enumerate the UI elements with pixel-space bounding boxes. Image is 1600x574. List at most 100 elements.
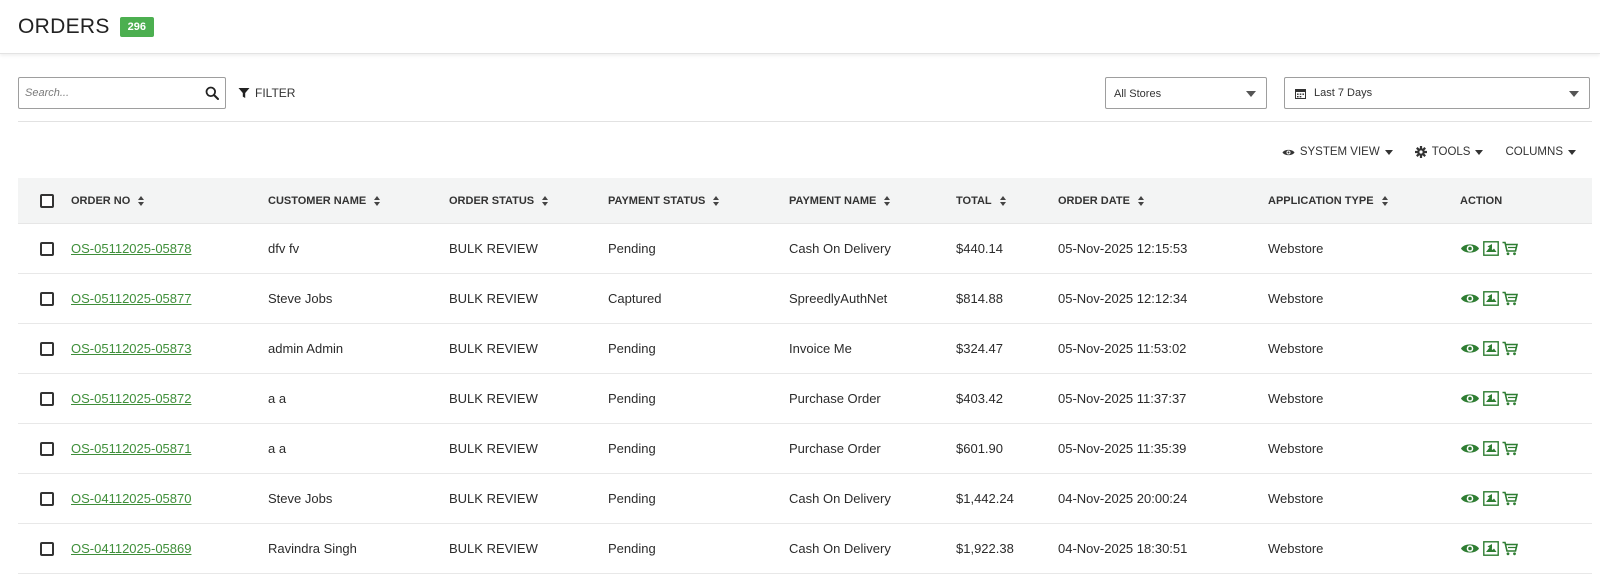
application-type: Webstore xyxy=(1268,541,1324,556)
row-actions xyxy=(1460,491,1518,506)
order-status: BULK REVIEW xyxy=(449,291,538,306)
view-eye-icon[interactable] xyxy=(1460,242,1480,255)
order-total: $440.14 xyxy=(956,241,1003,256)
row-checkbox[interactable] xyxy=(40,241,54,256)
search-icon[interactable] xyxy=(205,86,219,100)
cart-icon[interactable] xyxy=(1502,241,1518,256)
cart-icon[interactable] xyxy=(1502,491,1518,506)
column-header-customer-name[interactable]: CUSTOMER NAME xyxy=(268,195,381,207)
column-header-order-no[interactable]: ORDER NO xyxy=(71,195,145,207)
customer-name: dfv fv xyxy=(268,241,300,256)
columns-button[interactable]: COLUMNS xyxy=(1505,146,1576,158)
tools-label: TOOLS xyxy=(1431,146,1471,158)
filter-button[interactable]: FILTER xyxy=(238,86,295,100)
reorder-image-icon[interactable] xyxy=(1483,241,1499,256)
cart-icon[interactable] xyxy=(1502,441,1518,456)
table-row: OS-05112025-05873 admin Admin BULK REVIEW P… xyxy=(18,324,1592,374)
store-select[interactable]: All Stores xyxy=(1105,77,1267,109)
row-actions xyxy=(1460,541,1518,556)
chevron-down-icon xyxy=(1246,91,1256,97)
caret-down-icon xyxy=(1384,149,1393,155)
order-date: 05-Nov-2025 11:53:02 xyxy=(1058,341,1187,356)
row-checkbox[interactable] xyxy=(40,291,54,306)
cart-icon[interactable] xyxy=(1502,291,1518,306)
payment-status: Pending xyxy=(608,491,656,506)
reorder-image-icon[interactable] xyxy=(1483,291,1499,306)
date-range-select[interactable]: Last 7 Days xyxy=(1284,77,1590,109)
tools-button[interactable]: TOOLS xyxy=(1414,146,1484,158)
customer-name: a a xyxy=(268,391,287,406)
payment-name: Purchase Order xyxy=(789,441,881,456)
table-header: ORDER NO CUSTOMER NAME ORDER STATUS PAYM… xyxy=(18,178,1592,224)
order-status: BULK REVIEW xyxy=(449,441,538,456)
filter-icon xyxy=(238,88,250,98)
cart-icon[interactable] xyxy=(1502,541,1518,556)
order-number-link[interactable]: OS-05112025-05872 xyxy=(71,391,191,406)
column-header-action: ACTION xyxy=(1460,194,1503,207)
view-eye-icon[interactable] xyxy=(1460,442,1480,455)
row-checkbox[interactable] xyxy=(40,341,54,356)
row-checkbox[interactable] xyxy=(40,441,54,456)
order-number-link[interactable]: OS-05112025-05873 xyxy=(71,341,191,356)
cart-icon[interactable] xyxy=(1502,341,1518,356)
column-header-total[interactable]: TOTAL xyxy=(956,195,1006,207)
payment-status: Pending xyxy=(608,341,656,356)
payment-status: Pending xyxy=(608,241,656,256)
application-type: Webstore xyxy=(1268,291,1324,306)
reorder-image-icon[interactable] xyxy=(1483,391,1499,406)
view-eye-icon[interactable] xyxy=(1460,392,1480,405)
column-header-application-type[interactable]: APPLICATION TYPE xyxy=(1268,195,1388,207)
order-number-link[interactable]: OS-05112025-05878 xyxy=(71,241,191,256)
reorder-image-icon[interactable] xyxy=(1483,441,1499,456)
sort-icon xyxy=(884,195,891,206)
reorder-image-icon[interactable] xyxy=(1483,341,1499,356)
sort-icon xyxy=(713,195,720,206)
sort-icon xyxy=(1137,195,1144,206)
order-status: BULK REVIEW xyxy=(449,541,538,556)
view-eye-icon[interactable] xyxy=(1460,492,1480,505)
payment-name: Cash On Delivery xyxy=(789,541,891,556)
customer-name: Steve Jobs xyxy=(268,491,333,506)
order-total: $324.47 xyxy=(956,341,1003,356)
page-header: ORDERS 296 xyxy=(0,0,1600,54)
order-number-link[interactable]: OS-05112025-05871 xyxy=(71,441,191,456)
store-select-value: All Stores xyxy=(1114,88,1162,100)
column-header-order-status[interactable]: ORDER STATUS xyxy=(449,195,549,207)
column-header-payment-status[interactable]: PAYMENT STATUS xyxy=(608,195,720,207)
application-type: Webstore xyxy=(1268,341,1324,356)
view-eye-icon[interactable] xyxy=(1460,542,1480,555)
row-checkbox[interactable] xyxy=(40,391,54,406)
reorder-image-icon[interactable] xyxy=(1483,541,1499,556)
row-actions xyxy=(1460,391,1518,406)
search-input[interactable] xyxy=(19,78,194,108)
order-number-link[interactable]: OS-04112025-05870 xyxy=(71,491,191,506)
system-view-button[interactable]: SYSTEM VIEW xyxy=(1282,146,1393,158)
order-total: $601.90 xyxy=(956,441,1003,456)
table-row: OS-05112025-05872 a a BULK REVIEW Pending Pu… xyxy=(18,374,1592,424)
view-eye-icon[interactable] xyxy=(1460,292,1480,305)
eye-icon xyxy=(1282,149,1295,155)
column-header-payment-name[interactable]: PAYMENT NAME xyxy=(789,195,891,207)
order-total: $403.42 xyxy=(956,391,1003,406)
sort-icon xyxy=(999,195,1006,206)
row-checkbox[interactable] xyxy=(40,541,54,556)
column-header-order-date[interactable]: ORDER DATE xyxy=(1058,195,1144,207)
caret-down-icon xyxy=(1568,149,1576,155)
table-row: OS-05112025-05871 a a BULK REVIEW Pending Pu… xyxy=(18,424,1592,474)
customer-name: Steve Jobs xyxy=(268,291,333,306)
row-checkbox[interactable] xyxy=(40,491,54,506)
cart-icon[interactable] xyxy=(1502,391,1518,406)
select-all-checkbox[interactable] xyxy=(40,193,54,208)
view-eye-icon[interactable] xyxy=(1460,342,1480,355)
caret-down-icon xyxy=(1475,149,1484,155)
order-number-link[interactable]: OS-04112025-05869 xyxy=(71,541,191,556)
gear-icon xyxy=(1414,146,1427,158)
order-total: $1,442.24 xyxy=(956,491,1014,506)
reorder-image-icon[interactable] xyxy=(1483,491,1499,506)
row-actions xyxy=(1460,241,1518,256)
payment-status: Pending xyxy=(608,391,656,406)
application-type: Webstore xyxy=(1268,391,1324,406)
order-number-link[interactable]: OS-05112025-05877 xyxy=(71,291,191,306)
customer-name: admin Admin xyxy=(268,341,344,356)
customer-name: a a xyxy=(268,441,287,456)
